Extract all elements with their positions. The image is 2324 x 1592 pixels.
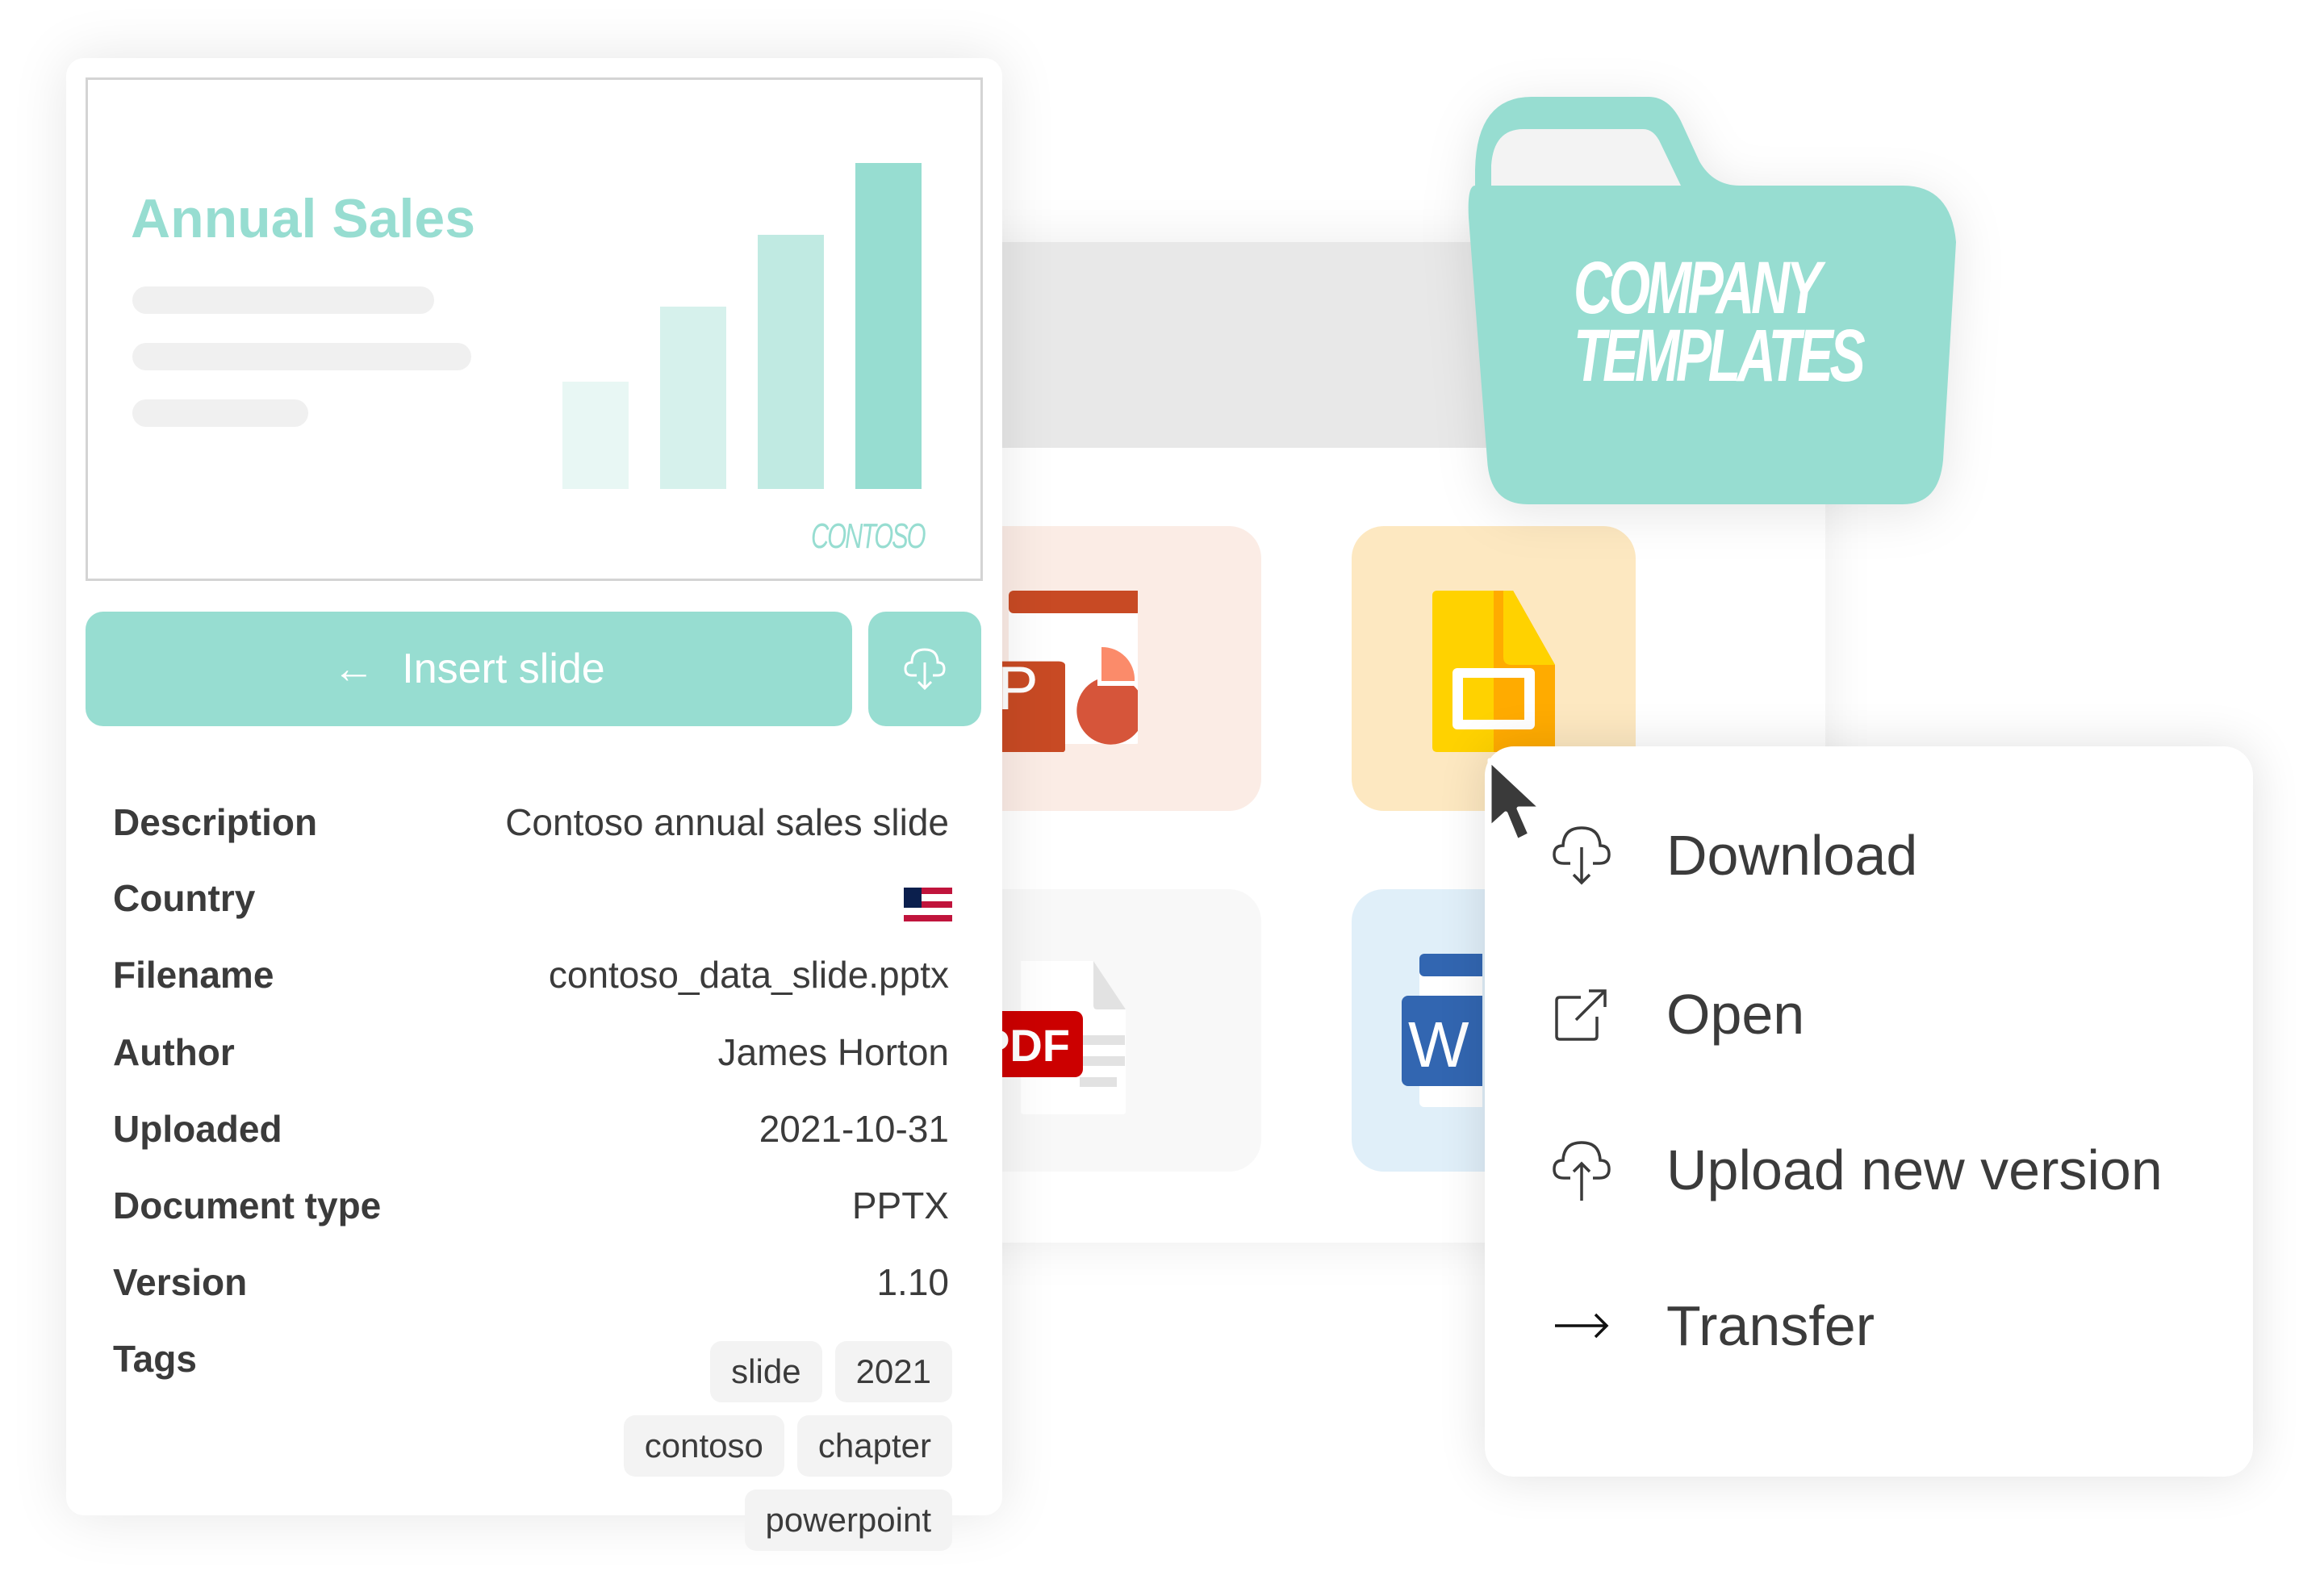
insert-slide-button[interactable]: ← Insert slide (86, 612, 852, 726)
insert-slide-label: Insert slide (402, 646, 605, 692)
slide-preview-title: Annual Sales (131, 188, 476, 249)
slide-preview-bar (855, 163, 922, 489)
svg-text:P: P (997, 654, 1039, 723)
folder-label-line2: TEMPLATES (1574, 315, 1866, 397)
word-icon: W (1402, 954, 1482, 1107)
tag-chip[interactable]: powerpoint (744, 1490, 952, 1551)
tag-list: slide 2021 contoso chapter powerpoint (549, 1341, 952, 1551)
svg-text:W: W (1408, 1009, 1469, 1080)
tag-chip[interactable]: contoso (623, 1415, 784, 1477)
folder-label-line1: COMPANY (1574, 247, 1822, 329)
tag-chip[interactable]: slide (710, 1341, 822, 1402)
slide-preview-bar (562, 382, 629, 489)
menu-item-download[interactable]: Download (1485, 795, 2253, 916)
detail-label-version: Version (113, 1261, 248, 1303)
slide-preview-text-line (132, 399, 308, 427)
cloud-download-icon (904, 648, 946, 691)
menu-item-label: Open (1666, 983, 1805, 1046)
contoso-logo: CONTOSO (811, 516, 926, 556)
detail-value-version: 1.10 (876, 1261, 949, 1303)
detail-label-author: Author (113, 1031, 235, 1073)
external-link-icon (1549, 982, 1614, 1047)
detail-value-filename: contoso_data_slide.pptx (548, 954, 949, 996)
slide-preview[interactable] (86, 77, 983, 581)
tag-chip[interactable]: 2021 (834, 1341, 952, 1402)
cloud-download-icon (1549, 823, 1614, 888)
detail-label-description: Description (113, 801, 318, 843)
menu-item-label: Upload new version (1666, 1139, 2163, 1201)
slide-preview-text-line (132, 286, 434, 314)
menu-item-transfer[interactable]: Transfer (1485, 1265, 2253, 1386)
arrow-right-icon (1549, 1293, 1614, 1358)
tag-chip[interactable]: chapter (796, 1415, 952, 1477)
folder-label: COMPANY TEMPLATES (1574, 247, 1866, 397)
mouse-cursor-icon (1487, 758, 1544, 843)
detail-label-tags: Tags (113, 1338, 197, 1380)
detail-value-description: Contoso annual sales slide (505, 801, 949, 843)
slide-preview-bar (660, 307, 726, 489)
detail-value-uploaded: 2021-10-31 (759, 1108, 949, 1150)
detail-label-document-type: Document type (113, 1185, 382, 1226)
arrow-left-icon: ← (332, 646, 375, 692)
menu-item-upload-new-version[interactable]: Upload new version (1485, 1109, 2253, 1231)
google-slides-icon (1432, 591, 1555, 752)
detail-label-uploaded: Uploaded (113, 1108, 282, 1150)
menu-item-open[interactable]: Open (1485, 954, 2253, 1075)
menu-item-label: Transfer (1666, 1294, 1875, 1357)
cloud-upload-icon (1549, 1138, 1614, 1202)
us-flag-icon (904, 888, 952, 921)
slide-preview-bar (758, 235, 824, 489)
menu-item-label: Download (1666, 824, 1918, 887)
detail-value-document-type: PPTX (851, 1185, 949, 1226)
file-context-menu: Download Open Upload new version Transfe… (1485, 746, 2253, 1477)
detail-label-country: Country (113, 877, 256, 919)
slide-preview-text-line (132, 343, 471, 370)
download-button[interactable] (868, 612, 981, 726)
detail-value-author: James Horton (717, 1031, 949, 1073)
detail-label-filename: Filename (113, 954, 274, 996)
